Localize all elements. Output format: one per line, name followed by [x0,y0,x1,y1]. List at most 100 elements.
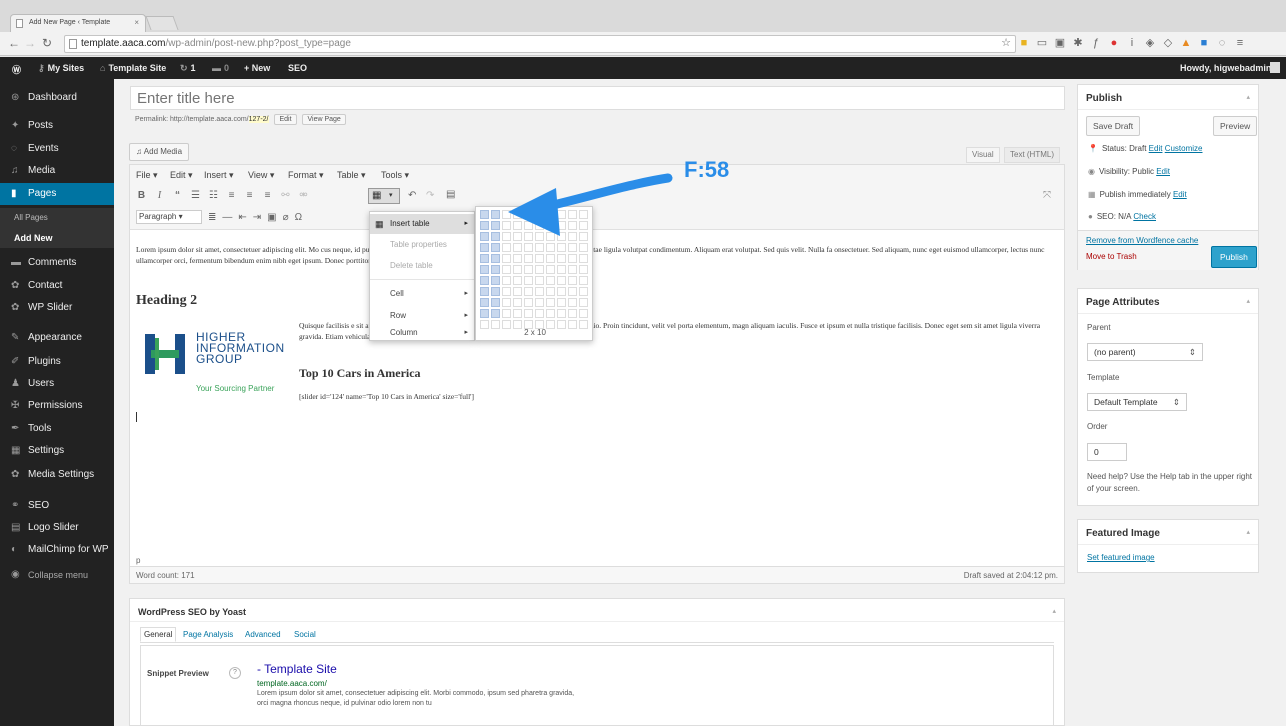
grid-cell[interactable] [513,243,522,252]
grid-cell[interactable] [579,298,588,307]
grid-cell[interactable] [535,276,544,285]
close-tab-icon[interactable]: × [134,15,139,31]
sidebar-item-wp-slider[interactable]: ✿ WP Slider [0,297,114,319]
menu-file[interactable]: File ▾ [136,170,158,181]
sidebar-item-posts[interactable]: ✦ Posts [0,115,114,137]
grid-cell[interactable] [546,265,555,274]
view-page-button[interactable]: View Page [302,114,346,125]
grid-cell[interactable] [579,309,588,318]
order-input[interactable] [1087,443,1127,461]
function-icon[interactable]: ƒ [1090,37,1102,49]
redo-icon[interactable]: ↷ [426,190,434,201]
status-edit-link[interactable]: Edit [1149,144,1163,153]
align-center-icon[interactable]: ≡ [244,190,255,201]
grid-cell[interactable] [568,243,577,252]
grid-cell[interactable] [568,298,577,307]
clear-format-icon[interactable]: ⌀ [283,212,289,223]
extension-icon[interactable]: ◌ [1216,37,1228,49]
permalink-slug[interactable]: 127-2/ [248,116,269,123]
toggle-arrow-icon[interactable]: ▴ [1246,93,1250,101]
extension-icon[interactable]: ▭ [1036,37,1048,49]
set-featured-image-link[interactable]: Set featured image [1087,553,1155,562]
kitchen-sink-icon[interactable]: ▤ [446,189,455,200]
numbered-list-icon[interactable]: ☷ [208,190,219,201]
grid-cell[interactable] [480,210,489,219]
parent-select[interactable]: (no parent) ⇕ [1087,343,1203,361]
extension-icon[interactable]: ● [1108,37,1120,49]
grid-cell[interactable] [513,298,522,307]
customize-link[interactable]: Customize [1165,144,1203,153]
menu-insert[interactable]: Insert ▾ [204,170,234,181]
bold-icon[interactable]: B [136,190,147,201]
tab-visual[interactable]: Visual [966,147,1000,163]
grid-cell[interactable] [502,298,511,307]
insert-table-item[interactable]: ▦ Insert table ▸ [370,214,474,234]
toggle-arrow-icon[interactable]: ▴ [1246,297,1250,305]
grid-cell[interactable] [491,298,500,307]
grid-cell[interactable] [480,298,489,307]
grid-cell[interactable] [491,309,500,318]
grid-cell[interactable] [491,287,500,296]
sidebar-item-dashboard[interactable]: ⊛ Dashboard [0,87,114,109]
grid-cell[interactable] [579,276,588,285]
grid-cell[interactable] [524,276,533,285]
grid-cell[interactable] [546,309,555,318]
sidebar-item-permissions[interactable]: ✠ Permissions [0,395,114,417]
row-item[interactable]: Row ▸ [370,306,474,326]
wordpress-logo-icon[interactable]: Ⓦ [12,63,21,76]
grid-cell[interactable] [546,254,555,263]
extension-icon[interactable]: ▣ [1054,37,1066,49]
sidebar-item-mailchimp-for-wp[interactable]: ◐ MailChimp for WP [0,539,114,561]
publish-button[interactable]: Publish [1211,246,1257,268]
sidebar-item-media[interactable]: ♫ Media [0,160,114,182]
delete-table-item[interactable]: Delete table [370,256,474,276]
grid-cell[interactable] [535,243,544,252]
help-icon[interactable]: ? [229,667,241,679]
sidebar-item-appearance[interactable]: ✎ Appearance [0,327,114,349]
grid-cell[interactable] [568,265,577,274]
forward-icon[interactable]: → [24,36,36,50]
comments-link[interactable]: ▬ 0 [212,63,229,73]
grid-cell[interactable] [513,287,522,296]
extension-icon[interactable]: ▲ [1180,37,1192,49]
grid-cell[interactable] [535,287,544,296]
grid-cell[interactable] [579,243,588,252]
outdent-icon[interactable]: ⇥ [253,212,261,223]
new-content-link[interactable]: + New [244,63,270,73]
grid-cell[interactable] [568,309,577,318]
grid-cell[interactable] [546,287,555,296]
justify-icon[interactable]: ≣ [208,212,216,223]
grid-cell[interactable] [524,309,533,318]
horizontal-rule-icon[interactable]: — [222,212,232,223]
menu-icon[interactable]: ≡ [1234,37,1246,49]
sidebar-item-settings[interactable]: ▦ Settings [0,440,114,462]
sidebar-item-events[interactable]: ◌ Events [0,138,114,160]
grid-cell[interactable] [546,298,555,307]
paste-text-icon[interactable]: ▣ [267,212,276,223]
updates-link[interactable]: ↻ 1 [180,63,196,74]
reload-icon[interactable]: ↻ [42,36,52,50]
grid-cell[interactable] [480,276,489,285]
grid-cell[interactable] [535,254,544,263]
grid-cell[interactable] [513,254,522,263]
grid-cell[interactable] [480,287,489,296]
grid-cell[interactable] [502,265,511,274]
publish-time-edit-link[interactable]: Edit [1173,190,1187,199]
grid-cell[interactable] [557,265,566,274]
grid-cell[interactable] [557,254,566,263]
my-sites-link[interactable]: ⚷ My Sites [38,63,84,74]
grid-cell[interactable] [557,287,566,296]
grid-cell[interactable] [524,287,533,296]
info-icon[interactable]: i [1126,37,1138,49]
format-select[interactable]: Paragraph ▾ [136,210,202,224]
fullscreen-icon[interactable]: ⤧ [1043,190,1051,201]
grid-cell[interactable] [568,254,577,263]
menu-format[interactable]: Format ▾ [288,170,324,181]
permalink-edit-button[interactable]: Edit [274,114,297,125]
align-left-icon[interactable]: ≡ [226,190,237,201]
grid-cell[interactable] [557,309,566,318]
grid-cell[interactable] [579,265,588,274]
grid-cell[interactable] [513,309,522,318]
sidebar-item-logo-slider[interactable]: ▤ Logo Slider [0,517,114,539]
grid-cell[interactable] [502,243,511,252]
